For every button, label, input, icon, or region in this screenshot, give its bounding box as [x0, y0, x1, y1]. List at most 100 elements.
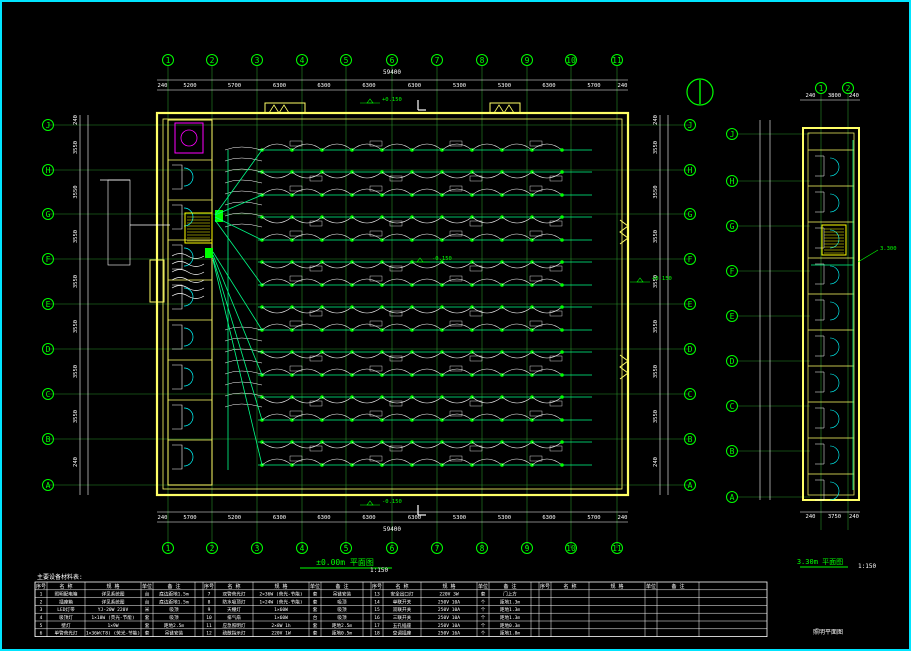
wiring-arc: [321, 233, 353, 241]
wiring-arc: [411, 458, 443, 466]
fixture-tag: [449, 230, 463, 237]
dim-value-bottom: 240: [849, 514, 859, 520]
wiring-arc: [261, 441, 293, 449]
wiring-arc: [471, 413, 503, 421]
light-fixture: [560, 283, 564, 287]
wiring-arc: [351, 323, 383, 331]
legend-cell: 距地1.3m: [500, 606, 520, 613]
wiring-arc: [351, 261, 383, 269]
wiring-arc: [351, 306, 383, 314]
wiring-arc: [381, 323, 413, 331]
legend-cell: 1×24W (荧光-节能): [259, 598, 302, 605]
legend-header: 备 注: [167, 583, 180, 590]
axis-bubble-right-label: C: [688, 390, 693, 399]
axis-bubble-left-label: F: [46, 255, 51, 264]
axis-bubble-left-label: E: [730, 312, 735, 321]
legend-header: 序号: [204, 583, 214, 590]
wiring-arc: [381, 233, 413, 241]
axis-bubble-right-label: H: [688, 166, 693, 175]
fixture: [172, 204, 183, 230]
axis-bubble-bottom-label: 11: [612, 544, 622, 553]
door-swing: [829, 229, 840, 249]
dim-value-bottom: 6300: [408, 515, 421, 521]
axis-bubble-right-label: D: [688, 345, 693, 354]
wiring-arc: [291, 306, 323, 314]
wiring-arc: [291, 441, 323, 449]
feeder-arc: [224, 403, 263, 408]
dim-value-top: 5300: [453, 83, 466, 89]
door-swing: [829, 373, 840, 393]
mezzanine-wall: [802, 127, 860, 501]
wiring-arc: [321, 323, 353, 331]
legend-cell: 套: [313, 630, 318, 637]
wiring-arc: [471, 458, 503, 466]
dim-value-vertical: 3550: [73, 230, 79, 243]
legend-cell: 详见系统图: [102, 598, 125, 605]
main-plan-scale: 1:150: [370, 567, 388, 574]
legend-cell: 250V 16A: [438, 631, 460, 637]
cad-drawing[interactable]: 11223344556677889910101111J JH HG GF FE ED DC C…: [0, 0, 911, 651]
wiring-arc: [471, 216, 503, 224]
door-swing: [183, 287, 194, 307]
door-swing: [183, 247, 194, 267]
legend-cell: 13: [374, 592, 380, 598]
legend-cell: 2×36W (荧光-节能): [259, 591, 302, 598]
legend-table: 主要设备材料表:序号名 称规 格单位备 注1 照明配电箱 详见系统图台底边距地1.5…: [34, 573, 843, 637]
wiring-arc: [531, 171, 563, 179]
legend-header: 规 格: [442, 583, 455, 590]
wiring-arc: [321, 413, 353, 421]
wiring-arc: [261, 278, 293, 286]
dim-value-bottom: 240: [618, 515, 628, 521]
light-fixture: [560, 305, 564, 309]
legend-header: 单位: [142, 583, 152, 590]
wiring-arc: [381, 306, 413, 314]
fixture: [172, 324, 183, 350]
feeder-arc: [224, 157, 263, 162]
feeder-wire: [214, 219, 263, 286]
axis-bubble-left-label: B: [730, 447, 735, 456]
axis-bubble-bottom-label: 3: [255, 544, 260, 553]
wiring-arc: [471, 368, 503, 376]
legend-cell: 2×8W 1h: [271, 623, 291, 629]
light-fixture: [560, 418, 564, 422]
wiring-arc: [501, 216, 533, 224]
bench: [171, 269, 205, 275]
door-swing: [829, 265, 840, 285]
legend-cell: 9: [208, 607, 211, 613]
wiring-arc: [501, 413, 533, 421]
lighting-row: [258, 230, 592, 242]
legend-cell: 3: [40, 607, 43, 613]
wiring-arc: [441, 261, 473, 269]
light-fixture: [560, 193, 564, 197]
legend-cell: 壁灯: [61, 622, 71, 629]
legend-cell: 220V 1W: [271, 631, 291, 637]
dim-value-vertical: 240: [73, 457, 79, 467]
wiring-arc: [501, 171, 533, 179]
dim-value-top: 6300: [273, 83, 286, 89]
lighting-row: [258, 410, 592, 422]
legend-cell: 吸顶灯: [59, 614, 73, 621]
dim-value-top: 3800: [828, 93, 841, 99]
wiring-arc: [261, 306, 293, 314]
wiring-arc: [381, 351, 413, 359]
wiring-arc: [441, 351, 473, 359]
wiring-arc: [261, 216, 293, 224]
dim-value-vertical: 3550: [653, 320, 659, 333]
dim-value-top: 5300: [498, 83, 511, 89]
dim-value-bottom: 6300: [362, 515, 375, 521]
fixture-tag: [309, 175, 323, 182]
legend-cell: 排气扇: [227, 614, 241, 621]
legend-cell: 单联开关: [393, 598, 412, 605]
riser-diagram: [107, 179, 131, 266]
legend-cell: 2: [40, 599, 43, 605]
legend-caption: 主要设备材料表:: [37, 573, 83, 581]
legend-cell: 套: [145, 614, 150, 621]
dim-value-vertical: 3550: [653, 365, 659, 378]
axis-bubble-left-label: G: [46, 210, 51, 219]
legend-header: 名 称: [59, 583, 72, 590]
wiring-arc: [261, 413, 293, 421]
legend-cell: 防水吸顶灯: [223, 598, 246, 605]
fixture-tag: [449, 410, 463, 417]
feeder-arc: [224, 337, 263, 342]
lighting-row: [258, 275, 592, 287]
